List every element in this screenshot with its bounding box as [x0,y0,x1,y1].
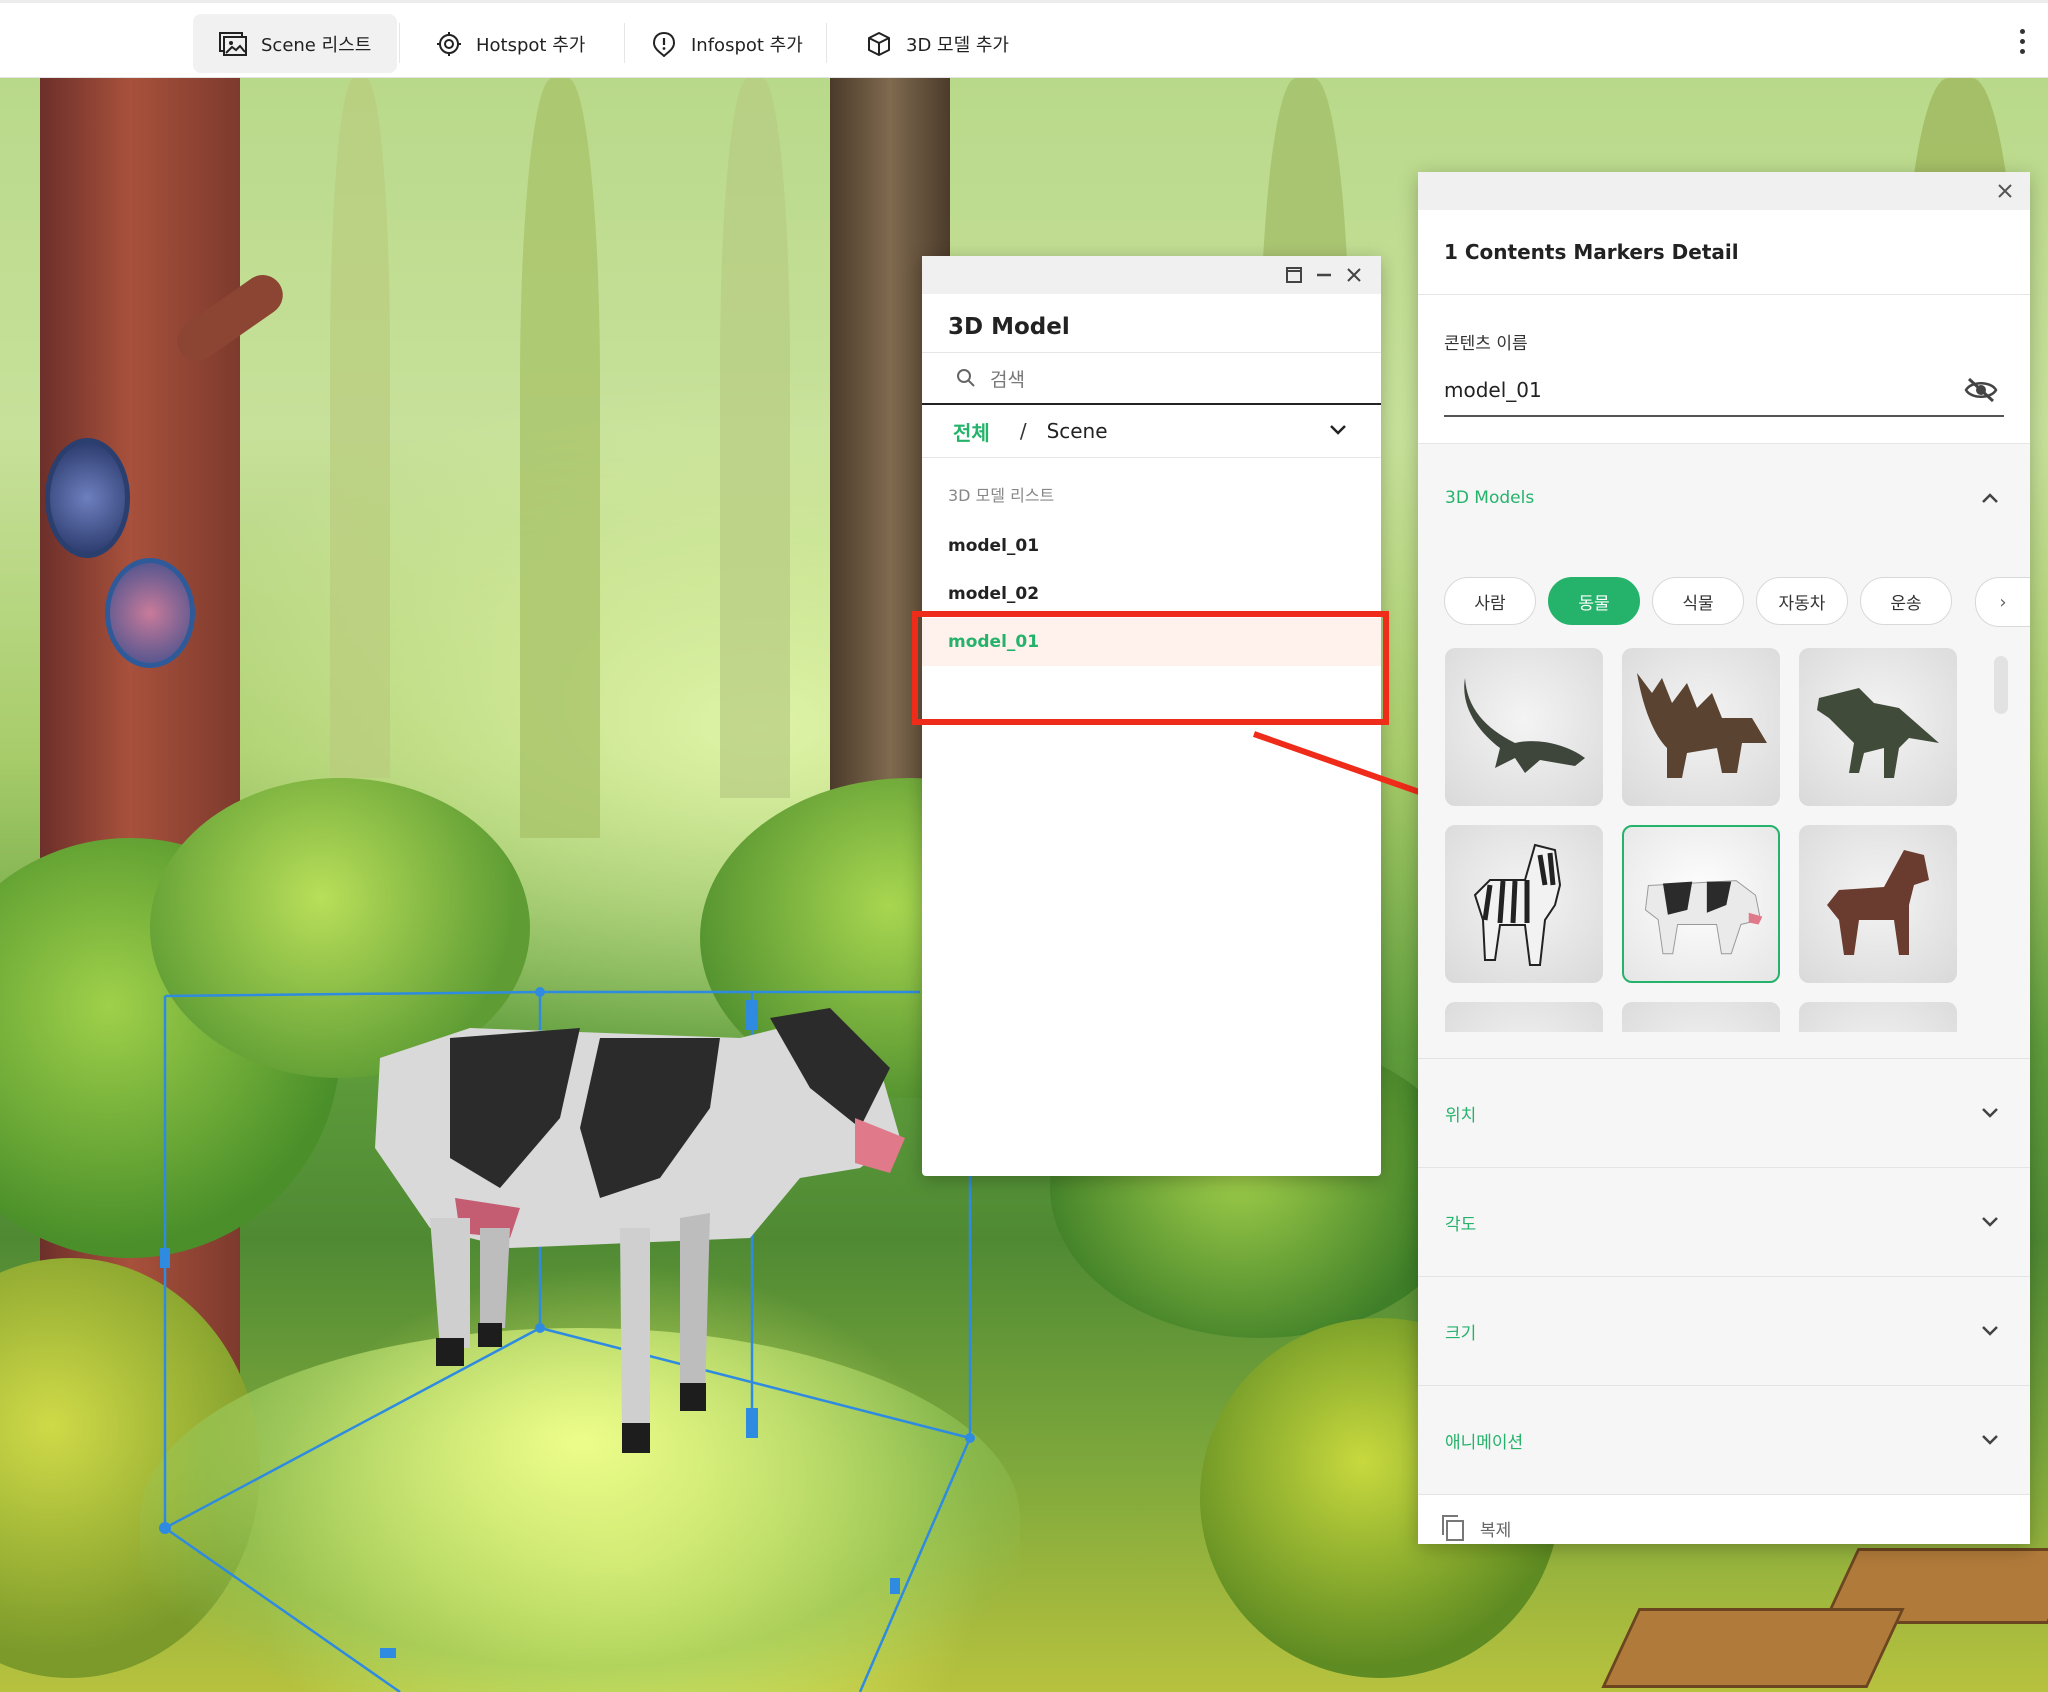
size-section-header[interactable]: 크기 [1418,1277,2030,1386]
minimize-icon[interactable] [1314,265,1334,285]
3d-models-header[interactable]: 3D Models [1418,444,2030,552]
thumbnail-zebra[interactable] [1445,825,1603,983]
add-hotspot-button[interactable]: Hotspot 추가 [410,14,611,73]
panel-titlebar [922,256,1381,294]
filter-scene[interactable]: Scene [1047,419,1108,443]
thumbnail-dinosaur-long-neck[interactable] [1445,648,1603,806]
top-toolbar: Scene 리스트 Hotspot 추가 Infospot 추가 3D 모델 추… [0,0,2048,78]
scene-list-button[interactable]: Scene 리스트 [193,14,398,73]
maximize-icon[interactable] [1284,265,1304,285]
category-animal[interactable]: 동물 [1548,577,1640,625]
detail-title: 1 Contents Markers Detail [1418,210,2030,295]
content-name-label: 콘텐츠 이름 [1444,334,1528,354]
close-icon[interactable] [1996,182,2014,200]
chevron-down-icon[interactable] [1329,423,1347,437]
chevron-down-icon[interactable] [1980,1215,2000,1229]
add-infospot-button[interactable]: Infospot 추가 [625,14,829,73]
kebab-menu-icon[interactable] [2018,29,2026,57]
animation-section-header[interactable]: 애니메이션 [1418,1386,2030,1495]
chevron-down-icon[interactable] [1980,1433,2000,1447]
divider [1418,1032,2030,1059]
add-hotspot-label: Hotspot 추가 [476,34,586,56]
panel-titlebar [1418,172,2030,210]
category-car[interactable]: 자동차 [1756,577,1848,625]
size-label: 크기 [1445,1323,1477,1344]
copy-icon [1442,1515,1464,1541]
scope-filter[interactable]: 전체 / Scene [922,405,1381,458]
chevron-down-icon[interactable] [1980,1324,2000,1338]
cube-icon [868,31,890,56]
3d-models-section: 3D Models 사람 동물 식물 자동차 운송 › 위치 각도 크기 애니메… [1418,444,2030,1495]
add-3d-model-button[interactable]: 3D 모델 추가 [840,14,1035,73]
visibility-off-icon[interactable] [1964,377,1998,403]
scene-list-icon [219,31,247,56]
thumbnail-partial[interactable] [1622,1002,1780,1032]
thumbnail-t-rex[interactable] [1799,648,1957,806]
3d-models-label: 3D Models [1445,488,1535,508]
content-name-input[interactable]: model_01 [1444,365,2004,417]
search-icon [957,369,975,387]
duplicate-button[interactable]: 복제 [1418,1495,2030,1561]
divider [1418,417,2030,444]
animation-label: 애니메이션 [1445,1432,1524,1453]
thumbnail-horse[interactable] [1799,825,1957,983]
filter-separator: / [1019,419,1027,443]
model-thumbnail-grid [1418,648,2030,1032]
category-transport[interactable]: 운송 [1860,577,1952,625]
add-infospot-label: Infospot 추가 [691,34,803,56]
hotspot-icon [437,31,461,56]
thumbnail-stegosaurus[interactable] [1622,648,1780,806]
chevron-up-icon[interactable] [1980,491,2000,505]
cow-3d-model[interactable] [360,998,920,1458]
contents-markers-detail-panel: 1 Contents Markers Detail 콘텐츠 이름 model_0… [1418,172,2030,1544]
rotation-label: 각도 [1445,1214,1477,1235]
filter-all[interactable]: 전체 [953,417,990,446]
toolbar-divider [399,23,400,63]
close-icon[interactable] [1344,265,1364,285]
thumbnail-partial[interactable] [1445,1002,1603,1032]
chevron-right-icon[interactable]: › [1975,577,2030,627]
panel-title: 3D Model [948,314,1070,340]
duplicate-label: 복제 [1480,1520,1512,1541]
wooden-plank [1601,1608,1905,1688]
model-list-item[interactable]: model_01 [922,522,1381,570]
model-list-title: 3D 모델 리스트 [948,486,1055,505]
position-section-header[interactable]: 위치 [1418,1059,2030,1168]
annotation-highlight-box [912,611,1389,725]
search-placeholder: 검색 [990,368,1025,391]
thumbnail-cow-selected[interactable] [1622,825,1780,983]
thumbnail-partial[interactable] [1799,1002,1957,1032]
rotation-section-header[interactable]: 각도 [1418,1168,2030,1277]
infospot-icon [652,31,676,57]
toolbar-divider [826,23,827,63]
grid-scrollbar[interactable] [1994,656,2008,714]
content-name-value: model_01 [1444,378,1542,402]
category-plant[interactable]: 식물 [1652,577,1744,625]
category-tabs: 사람 동물 식물 자동차 운송 › [1418,566,2030,636]
position-label: 위치 [1445,1105,1477,1126]
category-person[interactable]: 사람 [1444,577,1536,625]
search-input[interactable]: 검색 [922,352,1381,405]
scene-list-label: Scene 리스트 [261,34,372,56]
add-3d-model-label: 3D 모델 추가 [906,34,1009,56]
chevron-down-icon[interactable] [1980,1106,2000,1120]
